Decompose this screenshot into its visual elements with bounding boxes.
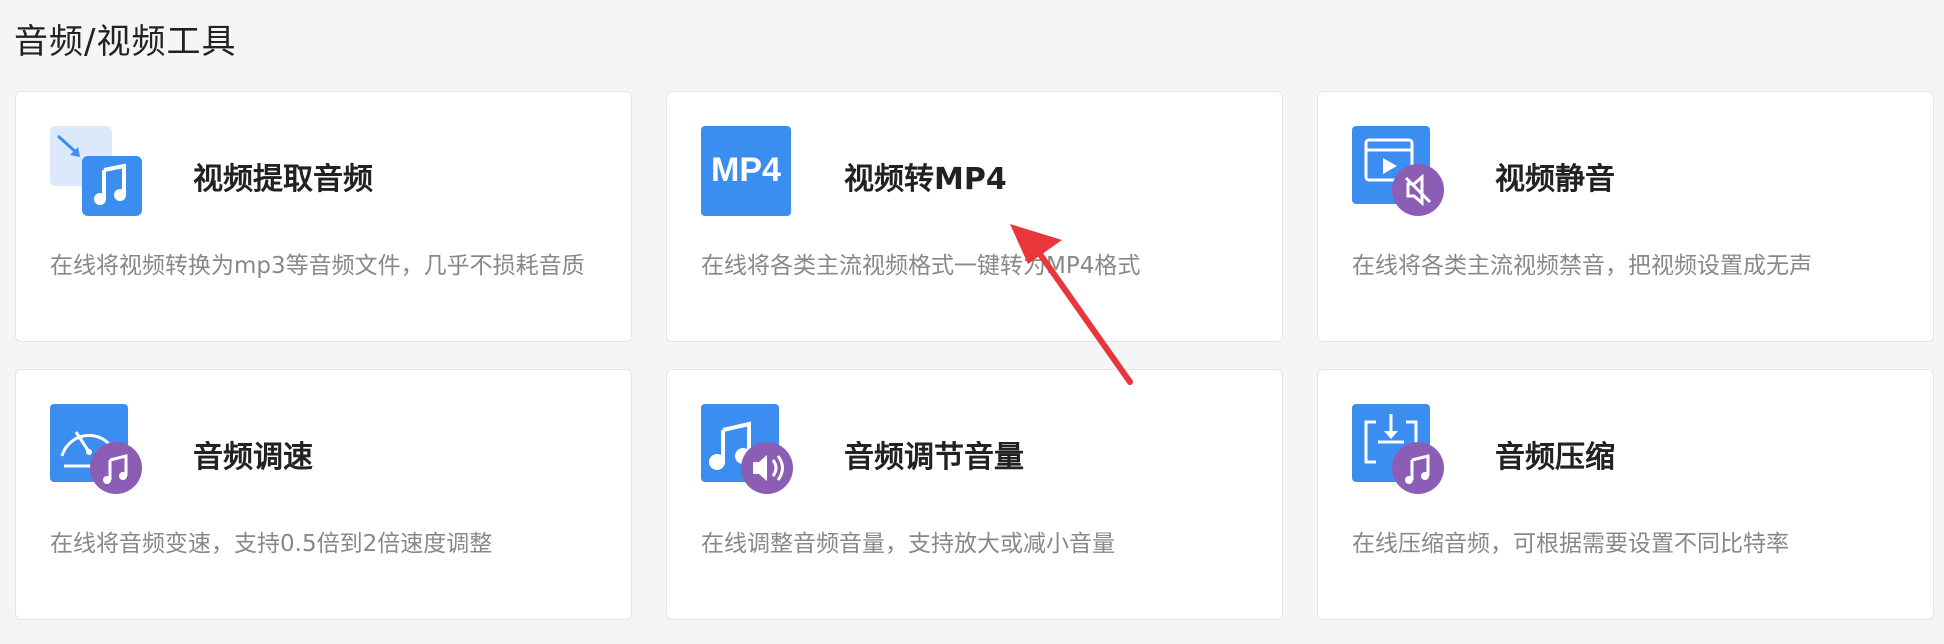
card-title: 视频转MP4: [844, 162, 1007, 197]
card-title: 视频提取音频: [193, 162, 373, 197]
svg-text:MP4: MP4: [711, 151, 781, 189]
card-description: 在线将音频变速，支持0.5倍到2倍速度调整: [50, 531, 493, 557]
tool-grid: 视频提取音频 在线将视频转换为mp3等音频文件，几乎不损耗音质 MP4 视频转M…: [15, 91, 1935, 620]
card-description: 在线将各类主流视频禁音，把视频设置成无声: [1352, 253, 1812, 279]
card-description: 在线将各类主流视频格式一键转为MP4格式: [701, 253, 1141, 279]
video-mute-icon: [1352, 126, 1448, 218]
section-title: 音频/视频工具: [14, 22, 237, 62]
video-extract-audio-icon: [50, 126, 146, 218]
card-title: 音频调节音量: [844, 440, 1024, 475]
tool-card-audio-compress[interactable]: 音频压缩 在线压缩音频，可根据需要设置不同比特率: [1317, 369, 1934, 620]
card-description: 在线调整音频音量，支持放大或减小音量: [701, 531, 1115, 557]
card-description: 在线压缩音频，可根据需要设置不同比特率: [1352, 531, 1789, 557]
tool-card-audio-volume[interactable]: 音频调节音量 在线调整音频音量，支持放大或减小音量: [666, 369, 1283, 620]
tool-card-video-extract-audio[interactable]: 视频提取音频 在线将视频转换为mp3等音频文件，几乎不损耗音质: [15, 91, 632, 342]
card-description: 在线将视频转换为mp3等音频文件，几乎不损耗音质: [50, 253, 585, 279]
audio-compress-icon: [1352, 404, 1448, 496]
card-title: 音频压缩: [1495, 440, 1615, 475]
audio-speed-icon: [50, 404, 146, 496]
card-title: 音频调速: [193, 440, 313, 475]
tool-card-video-to-mp4[interactable]: MP4 视频转MP4 在线将各类主流视频格式一键转为MP4格式: [666, 91, 1283, 342]
tool-card-video-mute[interactable]: 视频静音 在线将各类主流视频禁音，把视频设置成无声: [1317, 91, 1934, 342]
card-title: 视频静音: [1495, 162, 1615, 197]
tool-card-audio-speed[interactable]: 音频调速 在线将音频变速，支持0.5倍到2倍速度调整: [15, 369, 632, 620]
audio-volume-icon: [701, 404, 797, 496]
mp4-icon: MP4: [701, 126, 797, 218]
